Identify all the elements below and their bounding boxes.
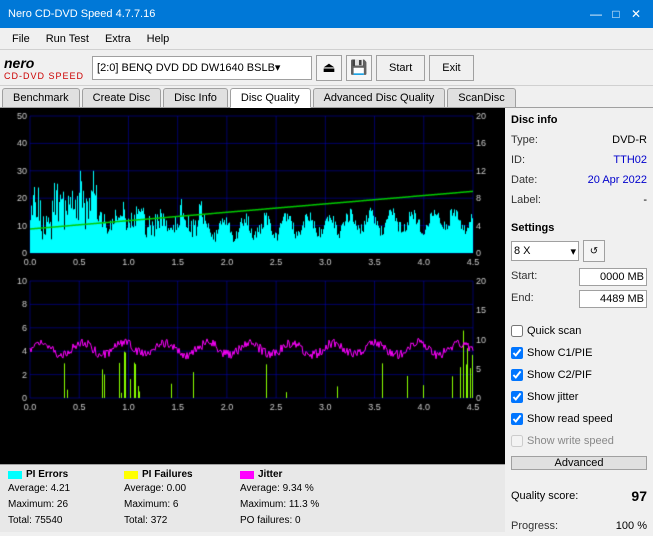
menu-run-test[interactable]: Run Test — [38, 31, 97, 47]
show-read-speed-checkbox[interactable] — [511, 413, 523, 425]
id-value: TTH02 — [613, 152, 647, 168]
save-button[interactable]: 💾 — [346, 55, 372, 81]
speed-combo[interactable]: 8 X ▾ — [511, 241, 579, 261]
toolbar: nero CD-DVD SPEED [2:0] BENQ DVD DD DW16… — [0, 50, 653, 86]
disc-info-title: Disc info — [511, 114, 647, 126]
drive-selector[interactable]: [2:0] BENQ DVD DD DW1640 BSLB ▾ — [92, 56, 312, 80]
legend-area: PI Errors Average: 4.21 Maximum: 26 Tota… — [0, 464, 505, 532]
pi-errors-total: Total: 75540 — [8, 514, 108, 528]
main-content: PI Errors Average: 4.21 Maximum: 26 Tota… — [0, 108, 653, 532]
maximize-button[interactable]: □ — [607, 5, 625, 23]
date-value: 20 Apr 2022 — [588, 172, 647, 188]
quick-scan-checkbox[interactable] — [511, 325, 523, 337]
tab-advanced-disc-quality[interactable]: Advanced Disc Quality — [313, 88, 446, 107]
show-c2pif-checkbox[interactable] — [511, 369, 523, 381]
menu-extra[interactable]: Extra — [97, 31, 139, 47]
pi-errors-label: PI Errors — [26, 469, 68, 480]
show-read-speed-label: Show read speed — [527, 410, 613, 428]
pi-failures-total: Total: 372 — [124, 514, 224, 528]
speed-dropdown-icon: ▾ — [570, 245, 576, 258]
menu-file[interactable]: File — [4, 31, 38, 47]
tab-benchmark[interactable]: Benchmark — [2, 88, 80, 107]
jitter-average: Average: 9.34 % — [240, 482, 340, 496]
tab-bar: Benchmark Create Disc Disc Info Disc Qua… — [0, 86, 653, 108]
tab-disc-info[interactable]: Disc Info — [163, 88, 228, 107]
dropdown-arrow-icon: ▾ — [275, 61, 281, 74]
pi-errors-legend: PI Errors Average: 4.21 Maximum: 26 Tota… — [8, 469, 108, 528]
show-c1pie-checkbox[interactable] — [511, 347, 523, 359]
pi-failures-maximum: Maximum: 6 — [124, 498, 224, 512]
type-value: DVD-R — [612, 132, 647, 148]
jitter-label: Jitter — [258, 469, 282, 480]
jitter-maximum: Maximum: 11.3 % — [240, 498, 340, 512]
date-label: Date: — [511, 172, 537, 188]
tab-scandisc[interactable]: ScanDisc — [447, 88, 515, 107]
progress-label: Progress: — [511, 518, 558, 532]
advanced-button[interactable]: Advanced — [511, 456, 647, 470]
pi-failures-legend: PI Failures Average: 0.00 Maximum: 6 Tot… — [124, 469, 224, 528]
label-value: - — [643, 192, 647, 208]
jitter-legend: Jitter Average: 9.34 % Maximum: 11.3 % P… — [240, 469, 340, 528]
sidebar: Disc info Type: DVD-R ID: TTH02 Date: 20… — [505, 108, 653, 532]
start-button[interactable]: Start — [376, 55, 425, 81]
tab-create-disc[interactable]: Create Disc — [82, 88, 161, 107]
show-jitter-label: Show jitter — [527, 388, 578, 406]
title-bar-controls: — □ ✕ — [587, 5, 645, 23]
quality-score-value: 97 — [631, 488, 647, 504]
exit-button[interactable]: Exit — [429, 55, 473, 81]
start-mb-input[interactable] — [579, 268, 647, 286]
quality-score-label: Quality score: — [511, 490, 578, 502]
pi-errors-average: Average: 4.21 — [8, 482, 108, 496]
label-label: Label: — [511, 192, 541, 208]
show-write-speed-label: Show write speed — [527, 432, 614, 450]
window-title: Nero CD-DVD Speed 4.7.7.16 — [8, 8, 155, 20]
show-c1pie-label: Show C1/PIE — [527, 344, 592, 362]
close-button[interactable]: ✕ — [627, 5, 645, 23]
chart-area: PI Errors Average: 4.21 Maximum: 26 Tota… — [0, 108, 505, 532]
pi-failures-average: Average: 0.00 — [124, 482, 224, 496]
start-mb-label: Start: — [511, 268, 537, 286]
menu-help[interactable]: Help — [139, 31, 178, 47]
pi-failures-swatch — [124, 471, 138, 479]
pi-errors-swatch — [8, 471, 22, 479]
quick-scan-label: Quick scan — [527, 322, 581, 340]
jitter-po-failures: PO failures: 0 — [240, 514, 340, 528]
type-label: Type: — [511, 132, 538, 148]
refresh-button[interactable]: ↺ — [583, 240, 605, 262]
show-jitter-checkbox[interactable] — [511, 391, 523, 403]
tab-disc-quality[interactable]: Disc Quality — [230, 88, 311, 108]
id-label: ID: — [511, 152, 525, 168]
jitter-swatch — [240, 471, 254, 479]
eject-button[interactable]: ⏏ — [316, 55, 342, 81]
end-mb-input[interactable] — [579, 290, 647, 308]
pi-failures-label: PI Failures — [142, 469, 193, 480]
settings-title: Settings — [511, 222, 647, 234]
pi-errors-maximum: Maximum: 26 — [8, 498, 108, 512]
title-bar: Nero CD-DVD Speed 4.7.7.16 — □ ✕ — [0, 0, 653, 28]
show-c2pif-label: Show C2/PIF — [527, 366, 592, 384]
minimize-button[interactable]: — — [587, 5, 605, 23]
menu-bar: File Run Test Extra Help — [0, 28, 653, 50]
show-write-speed-checkbox — [511, 435, 523, 447]
nero-logo: nero CD-DVD SPEED — [4, 55, 84, 81]
progress-value: 100 % — [616, 518, 647, 532]
end-mb-label: End: — [511, 290, 534, 308]
